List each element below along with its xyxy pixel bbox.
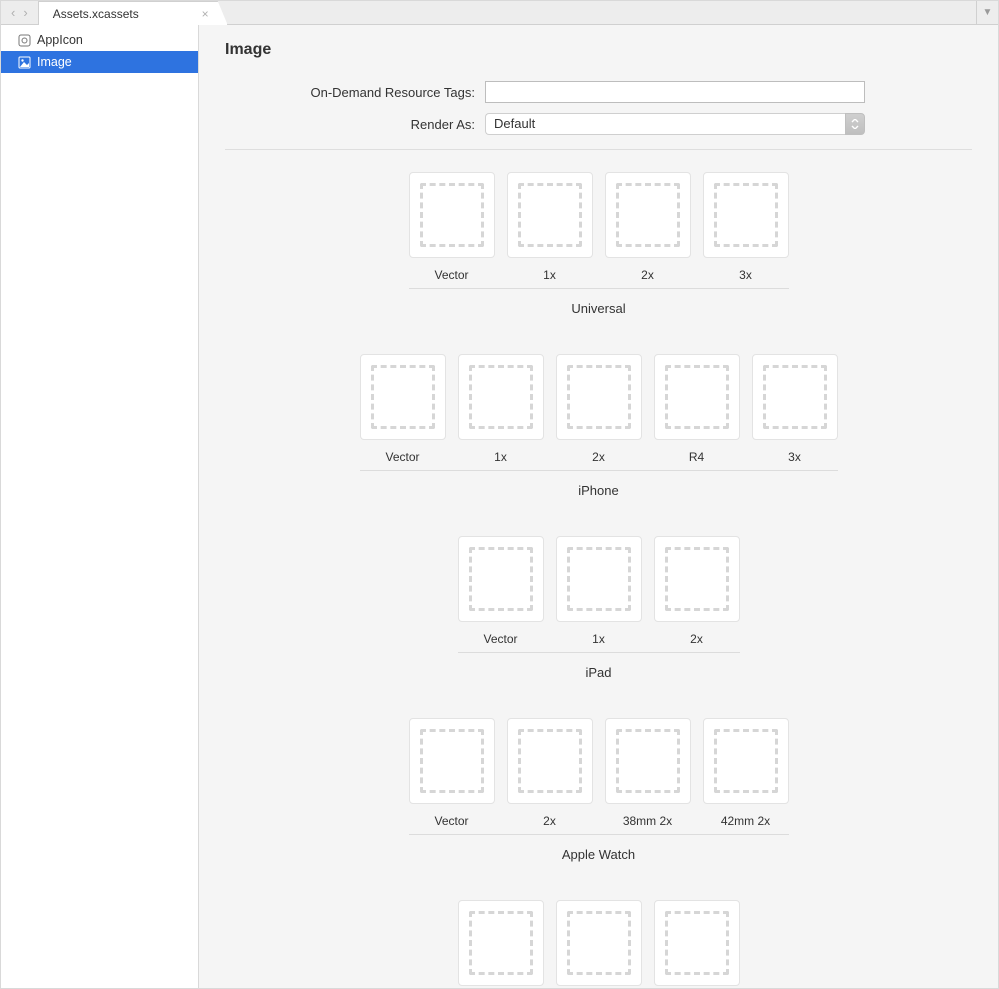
image-well[interactable]	[605, 718, 691, 804]
slot-label: 2x	[641, 268, 654, 282]
image-well[interactable]	[458, 900, 544, 986]
nav-back-icon[interactable]: ‹	[11, 5, 15, 20]
asset-group: Vector 1x 2x 3x Universal	[409, 172, 789, 316]
sidebar-item-label: AppIcon	[37, 33, 83, 47]
tab-bar: ‹ › Assets.xcassets × ▼	[1, 1, 998, 25]
empty-slot-icon	[714, 729, 778, 793]
asset-group: Vector 2x 38mm 2x 42mm 2x Apple Watch	[409, 718, 789, 862]
empty-slot-icon	[665, 547, 729, 611]
empty-slot-icon	[616, 183, 680, 247]
image-well[interactable]	[556, 354, 642, 440]
empty-slot-icon	[567, 365, 631, 429]
empty-slot-icon	[420, 729, 484, 793]
tags-label: On-Demand Resource Tags:	[225, 85, 485, 100]
image-well[interactable]	[556, 536, 642, 622]
empty-slot-icon	[469, 911, 533, 975]
group-name: Universal	[571, 301, 625, 316]
image-well[interactable]	[507, 172, 593, 258]
sidebar-item-image[interactable]: Image	[1, 51, 198, 73]
slot-label: 3x	[788, 450, 801, 464]
tab-nav-arrows: ‹ ›	[1, 1, 38, 24]
slot-label: 1x	[543, 268, 556, 282]
group-name: Apple Watch	[562, 847, 635, 862]
nav-forward-icon[interactable]: ›	[23, 5, 27, 20]
image-well[interactable]	[458, 354, 544, 440]
empty-slot-icon	[518, 729, 582, 793]
sidebar-item-appicon[interactable]: AppIcon	[1, 29, 198, 51]
image-well[interactable]	[556, 900, 642, 986]
image-well[interactable]	[654, 900, 740, 986]
empty-slot-icon	[567, 547, 631, 611]
empty-slot-icon	[420, 183, 484, 247]
empty-slot-icon	[763, 365, 827, 429]
group-name: iPad	[585, 665, 611, 680]
empty-slot-icon	[518, 183, 582, 247]
empty-slot-icon	[616, 729, 680, 793]
slot-label: 42mm 2x	[721, 814, 770, 828]
asset-group: Vector 1x 2x R4 3x iPhone	[360, 354, 838, 498]
image-well[interactable]	[605, 172, 691, 258]
slot-label: 38mm 2x	[623, 814, 672, 828]
slot-label: Vector	[483, 632, 517, 646]
imageset-icon	[17, 55, 31, 69]
image-well[interactable]	[752, 354, 838, 440]
tab-label: Assets.xcassets	[53, 7, 139, 21]
image-well[interactable]	[409, 172, 495, 258]
image-well[interactable]	[654, 354, 740, 440]
image-well[interactable]	[703, 718, 789, 804]
render-as-label: Render As:	[225, 117, 485, 132]
tab-overflow-button[interactable]: ▼	[976, 1, 998, 24]
slot-label: R4	[689, 450, 704, 464]
group-name: iPhone	[578, 483, 618, 498]
slot-label: 2x	[592, 450, 605, 464]
image-well[interactable]	[654, 536, 740, 622]
image-well[interactable]	[507, 718, 593, 804]
slot-label: 2x	[543, 814, 556, 828]
slot-label: 1x	[592, 632, 605, 646]
slot-label: 3x	[739, 268, 752, 282]
divider	[225, 149, 972, 150]
empty-slot-icon	[469, 365, 533, 429]
appicon-icon	[17, 33, 31, 47]
empty-slot-icon	[567, 911, 631, 975]
sidebar-item-label: Image	[37, 55, 72, 69]
render-as-select[interactable]: Default	[485, 113, 865, 135]
slot-label: Vector	[385, 450, 419, 464]
image-well[interactable]	[409, 718, 495, 804]
empty-slot-icon	[371, 365, 435, 429]
slot-label: 1x	[494, 450, 507, 464]
image-well[interactable]	[360, 354, 446, 440]
close-icon[interactable]: ×	[202, 7, 209, 21]
render-as-value: Default	[485, 113, 845, 135]
tags-input[interactable]	[485, 81, 865, 103]
slot-label: 2x	[690, 632, 703, 646]
empty-slot-icon	[665, 911, 729, 975]
tab-assets[interactable]: Assets.xcassets ×	[38, 1, 228, 25]
asset-detail: Image On-Demand Resource Tags: Render As…	[199, 25, 998, 988]
image-well[interactable]	[458, 536, 544, 622]
slot-label: Vector	[434, 268, 468, 282]
empty-slot-icon	[714, 183, 778, 247]
slot-label: Vector	[434, 814, 468, 828]
empty-slot-icon	[469, 547, 533, 611]
asset-sidebar: AppIcon Image	[1, 25, 199, 988]
image-well[interactable]	[703, 172, 789, 258]
empty-slot-icon	[665, 365, 729, 429]
detail-title: Image	[225, 41, 972, 59]
asset-group: Vector1x2xMac	[458, 900, 740, 988]
chevron-down-icon[interactable]	[845, 113, 865, 135]
asset-group: Vector 1x 2x iPad	[458, 536, 740, 680]
